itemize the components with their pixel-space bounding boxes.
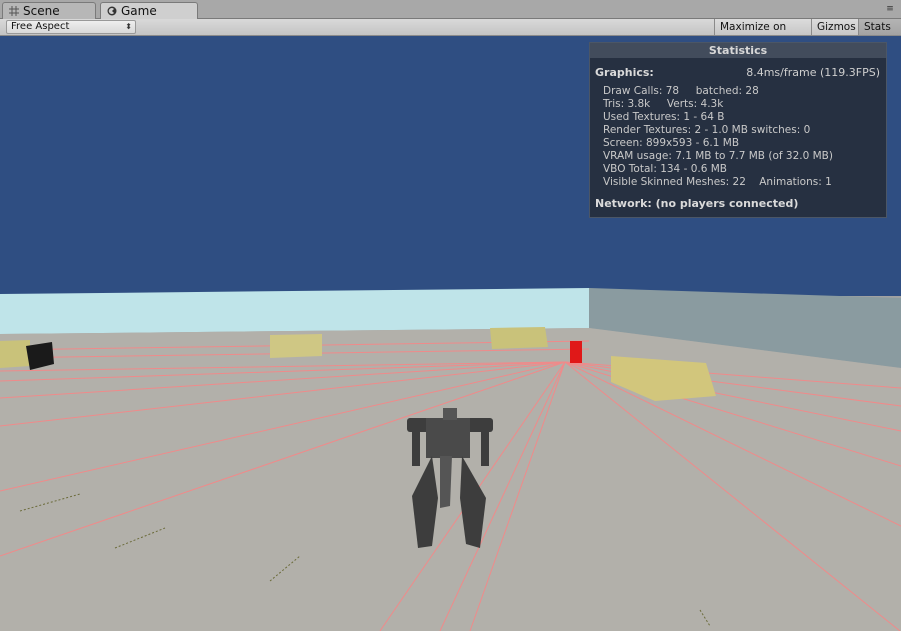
grid-icon [9, 6, 19, 16]
stat-skinned-meshes: Visible Skinned Meshes: 22 Animations: 1 [603, 176, 832, 188]
aspect-label: Free Aspect [11, 21, 70, 32]
box-3 [490, 327, 548, 349]
stat-used-textures: Used Textures: 1 - 64 B [603, 111, 725, 123]
aspect-dropdown[interactable]: Free Aspect ⬍ [6, 20, 136, 34]
game-icon [107, 6, 117, 16]
network-status: Network: (no players connected) [595, 197, 799, 210]
stat-draw-calls: Draw Calls: 78 batched: 28 [603, 85, 759, 97]
game-toolbar: Free Aspect ⬍ Maximize on Play Gizmos St… [0, 19, 901, 49]
statistics-title: Statistics [590, 43, 886, 58]
tab-scene[interactable]: Scene [2, 2, 96, 19]
stat-screen: Screen: 899x593 - 6.1 MB [603, 137, 740, 149]
dropdown-arrows-icon: ⬍ [125, 22, 132, 31]
gizmos-button[interactable]: Gizmos [811, 19, 858, 35]
tab-game[interactable]: Game [100, 2, 198, 19]
tab-bar: Scene Game ≡ [0, 0, 901, 19]
red-target [570, 341, 582, 363]
game-viewport[interactable]: Statistics Graphics: 8.4ms/frame (119.3F… [0, 36, 901, 631]
stat-render-textures: Render Textures: 2 - 1.0 MB switches: 0 [603, 124, 811, 136]
far-wall [0, 288, 589, 334]
panel-menu-icon[interactable]: ≡ [883, 3, 897, 15]
tab-game-label: Game [121, 4, 157, 18]
stat-vbo: VBO Total: 134 - 0.6 MB [603, 163, 728, 175]
stats-button[interactable]: Stats [858, 19, 901, 35]
maximize-on-play-button[interactable]: Maximize on Play [714, 19, 811, 49]
statistics-panel: Statistics Graphics: 8.4ms/frame (119.3F… [589, 42, 887, 218]
graphics-label: Graphics: [595, 66, 654, 79]
frame-time: 8.4ms/frame (119.3FPS) [746, 66, 880, 79]
box-left [0, 340, 30, 368]
stat-tris-verts: Tris: 3.8k Verts: 4.3k [603, 98, 724, 110]
tab-scene-label: Scene [23, 4, 60, 18]
box-2 [270, 334, 322, 358]
stat-vram: VRAM usage: 7.1 MB to 7.7 MB (of 32.0 MB… [603, 150, 833, 162]
